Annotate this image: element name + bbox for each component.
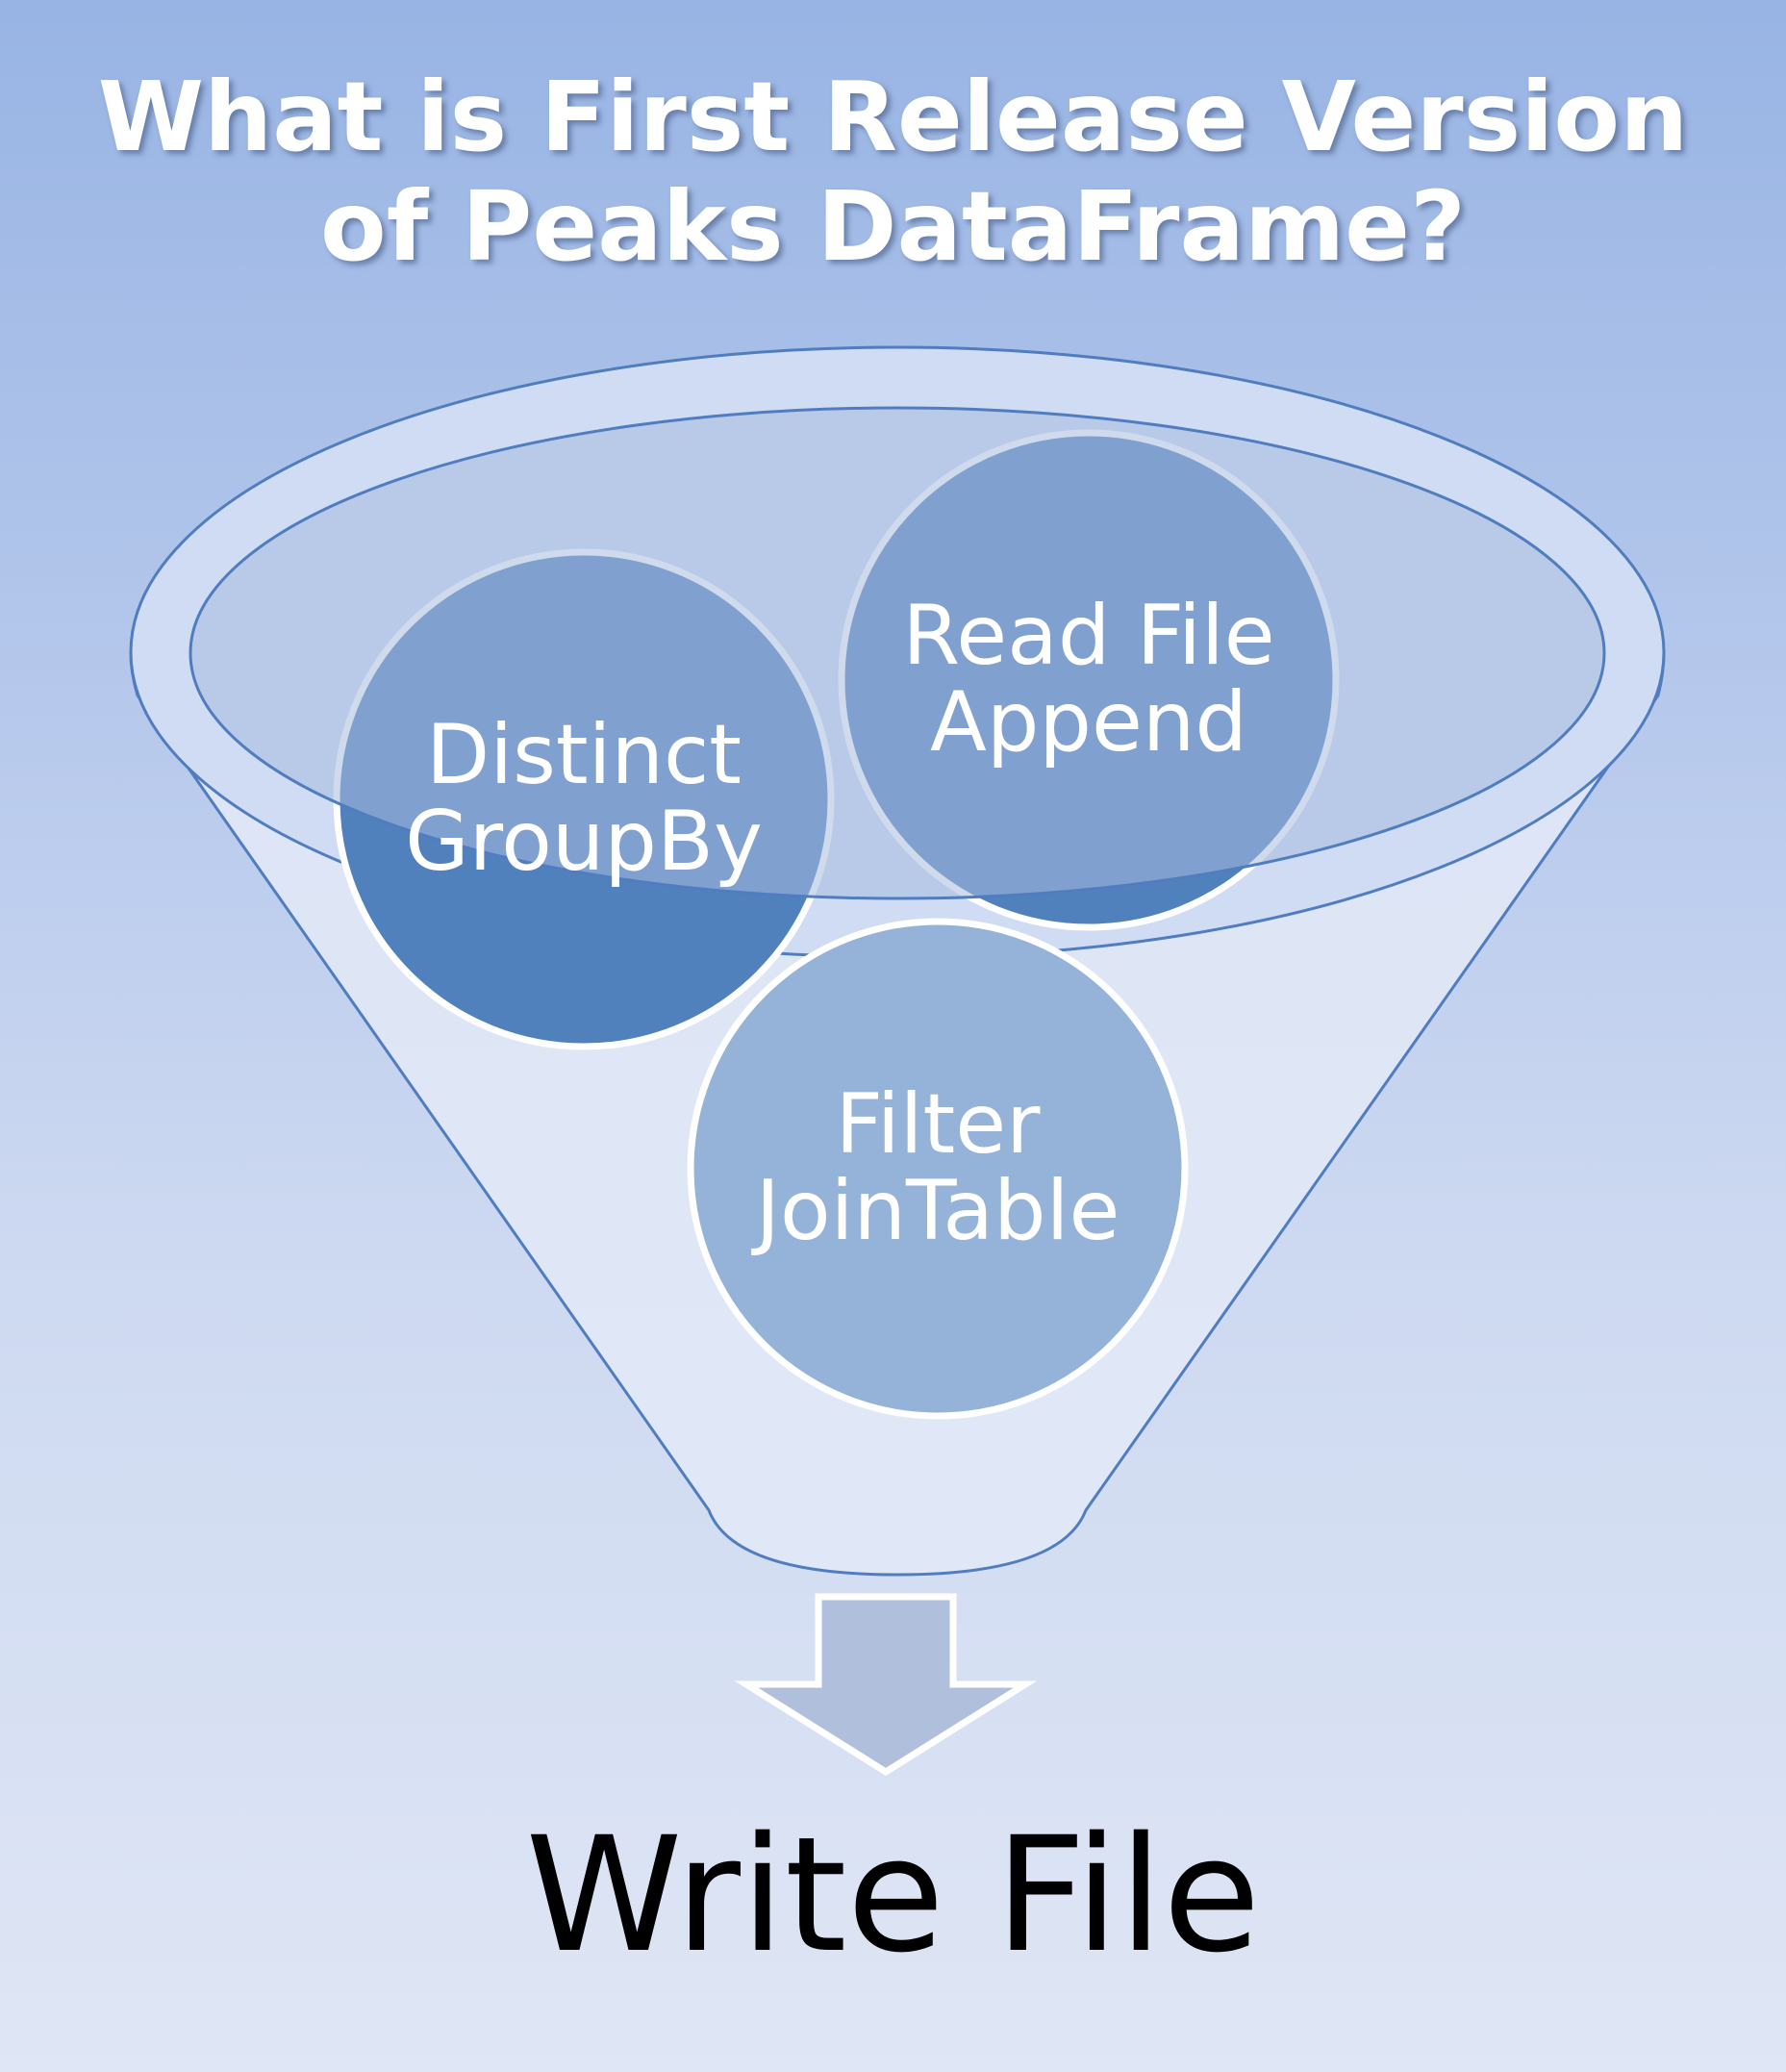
- circle-label-line: Read File: [902, 588, 1275, 684]
- output-label: Write File: [525, 1803, 1261, 1987]
- circle-label-line: Distinct: [425, 707, 742, 803]
- down-arrow-icon: [734, 1593, 1038, 1777]
- circle-label-line: JoinTable: [755, 1163, 1120, 1259]
- circle-label-distinct-groupby: Distinct GroupBy: [334, 712, 834, 885]
- circle-label-line: Append: [929, 674, 1248, 771]
- circle-label-line: Filter: [835, 1076, 1041, 1173]
- circle-label-filter-jointable: Filter JoinTable: [688, 1081, 1188, 1254]
- circle-label-line: GroupBy: [405, 794, 763, 890]
- funnel-diagram: [129, 345, 1666, 1777]
- circle-label-read-file-append: Read File Append: [839, 593, 1339, 766]
